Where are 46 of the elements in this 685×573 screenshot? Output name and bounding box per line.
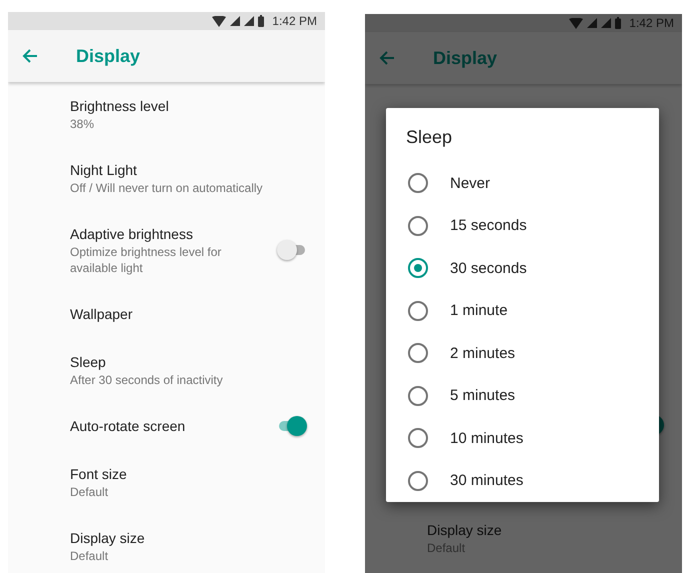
option-label[interactable]: 5 minutes: [450, 387, 516, 404]
radio-button[interactable]: [408, 173, 428, 194]
option-label[interactable]: 2 minutes: [450, 344, 516, 362]
radio-button[interactable]: [408, 216, 428, 236]
radio-button[interactable]: [408, 470, 428, 491]
signal-icon: [601, 18, 612, 28]
status-time: 1:42 PM: [272, 14, 317, 28]
setting-title[interactable]: Adaptive brightness: [70, 224, 277, 244]
wifi-icon: [569, 18, 584, 28]
dialog-title: Sleep: [406, 126, 452, 149]
setting-title[interactable]: Brightness level: [70, 96, 313, 116]
option-label[interactable]: 30 minutes: [450, 472, 524, 490]
setting-title[interactable]: Wallpaper: [70, 304, 313, 324]
setting-title[interactable]: Display size: [70, 528, 313, 548]
signal-icon: [230, 16, 240, 26]
status-time: 1:42 PM: [629, 16, 674, 30]
radio-button[interactable]: [408, 428, 428, 448]
setting-title[interactable]: Font size: [70, 464, 313, 484]
screen-title: Display: [76, 46, 140, 66]
screen-title: Display: [433, 48, 498, 68]
option-label[interactable]: 10 minutes: [450, 430, 524, 447]
option-label[interactable]: 30 seconds: [450, 260, 527, 277]
option-label[interactable]: 15 seconds: [450, 217, 527, 234]
setting-title[interactable]: Night Light: [70, 160, 313, 180]
option-label[interactable]: Never: [450, 174, 490, 192]
battery-icon: [615, 17, 622, 29]
radio-button[interactable]: [408, 258, 428, 278]
option-label[interactable]: 1 minute: [450, 302, 508, 320]
signal-icon: [587, 18, 598, 28]
setting-summary: After 30 seconds of inactivity: [70, 372, 224, 388]
radio-button[interactable]: [408, 343, 428, 364]
battery-icon: [258, 15, 264, 27]
setting-title[interactable]: Sleep: [70, 352, 313, 372]
setting-summary: 38%: [70, 116, 96, 132]
radio-button[interactable]: [408, 386, 428, 406]
wifi-icon: [212, 16, 226, 26]
setting-summary: Default: [70, 484, 110, 500]
toggle-switch[interactable]: [277, 416, 307, 436]
setting-summary: Optimize brightness level for available light: [70, 244, 222, 276]
toggle-switch[interactable]: [277, 240, 307, 260]
setting-summary: Default: [70, 548, 110, 564]
radio-button[interactable]: [408, 300, 428, 321]
setting-title[interactable]: Auto-rotate screen: [70, 416, 277, 436]
signal-icon: [244, 16, 254, 26]
back-arrow-icon[interactable]: [22, 48, 38, 64]
setting-summary: Off / Will never turn on automatically: [70, 180, 264, 196]
